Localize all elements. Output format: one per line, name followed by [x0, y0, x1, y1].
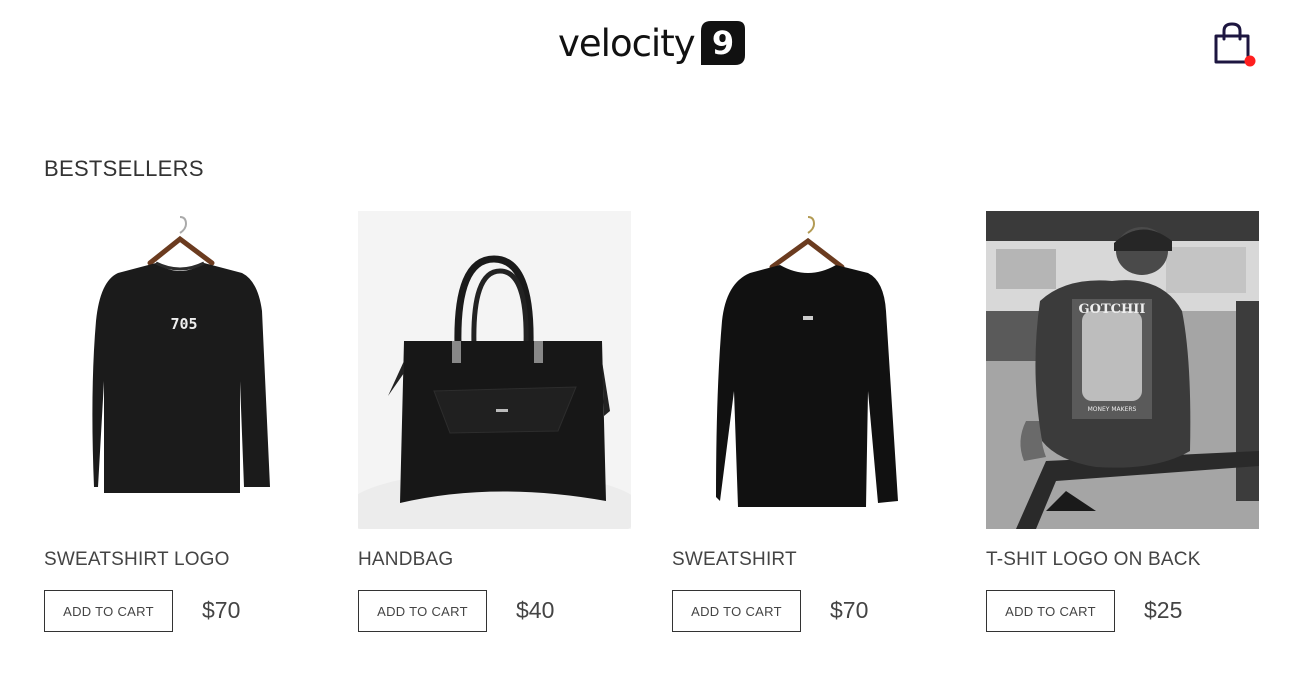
shopping-bag-icon[interactable]: [1212, 22, 1258, 68]
product-name: HANDBAG: [358, 549, 454, 570]
svg-text:705: 705: [170, 315, 197, 333]
logo-badge-text: 9: [711, 24, 733, 62]
logo-badge-icon: 9: [700, 21, 745, 65]
site-header: velocity 9: [0, 0, 1305, 90]
section-title: BESTSELLERS: [44, 156, 204, 181]
product-name: SWEATSHIRT LOGO: [44, 549, 230, 570]
tshirt-back-image[interactable]: GOTCHII MONEY MAKERS: [986, 211, 1259, 529]
product-card: HANDBAG ADD TO CART $40: [358, 211, 631, 632]
svg-text:GOTCHII: GOTCHII: [1079, 302, 1146, 317]
add-to-cart-button[interactable]: ADD TO CART: [44, 590, 173, 632]
product-card: GOTCHII MONEY MAKERS T-SHIT LOGO ON BACK…: [986, 211, 1259, 632]
product-price: $25: [1144, 597, 1183, 623]
add-to-cart-button[interactable]: ADD TO CART: [672, 590, 801, 632]
add-to-cart-button[interactable]: ADD TO CART: [358, 590, 487, 632]
product-name: SWEATSHIRT: [672, 549, 797, 570]
handbag-image[interactable]: [358, 211, 631, 529]
product-card: SWEATSHIRT ADD TO CART $70: [672, 211, 945, 632]
site-logo[interactable]: velocity 9: [558, 18, 747, 68]
cart-badge: [1244, 55, 1256, 67]
product-price: $70: [202, 597, 241, 623]
sweatshirt-logo-image[interactable]: 705: [44, 211, 317, 529]
product-name: T-SHIT LOGO ON BACK: [986, 549, 1201, 570]
logo-text: velocity: [558, 21, 696, 65]
sweatshirt-image[interactable]: [672, 211, 945, 529]
add-to-cart-button[interactable]: ADD TO CART: [986, 590, 1115, 632]
product-price: $70: [830, 597, 869, 623]
product-card: 705 SWEATSHIRT LOGO ADD TO CART $70: [44, 211, 317, 632]
svg-text:MONEY MAKERS: MONEY MAKERS: [1088, 406, 1137, 413]
product-price: $40: [516, 597, 555, 623]
